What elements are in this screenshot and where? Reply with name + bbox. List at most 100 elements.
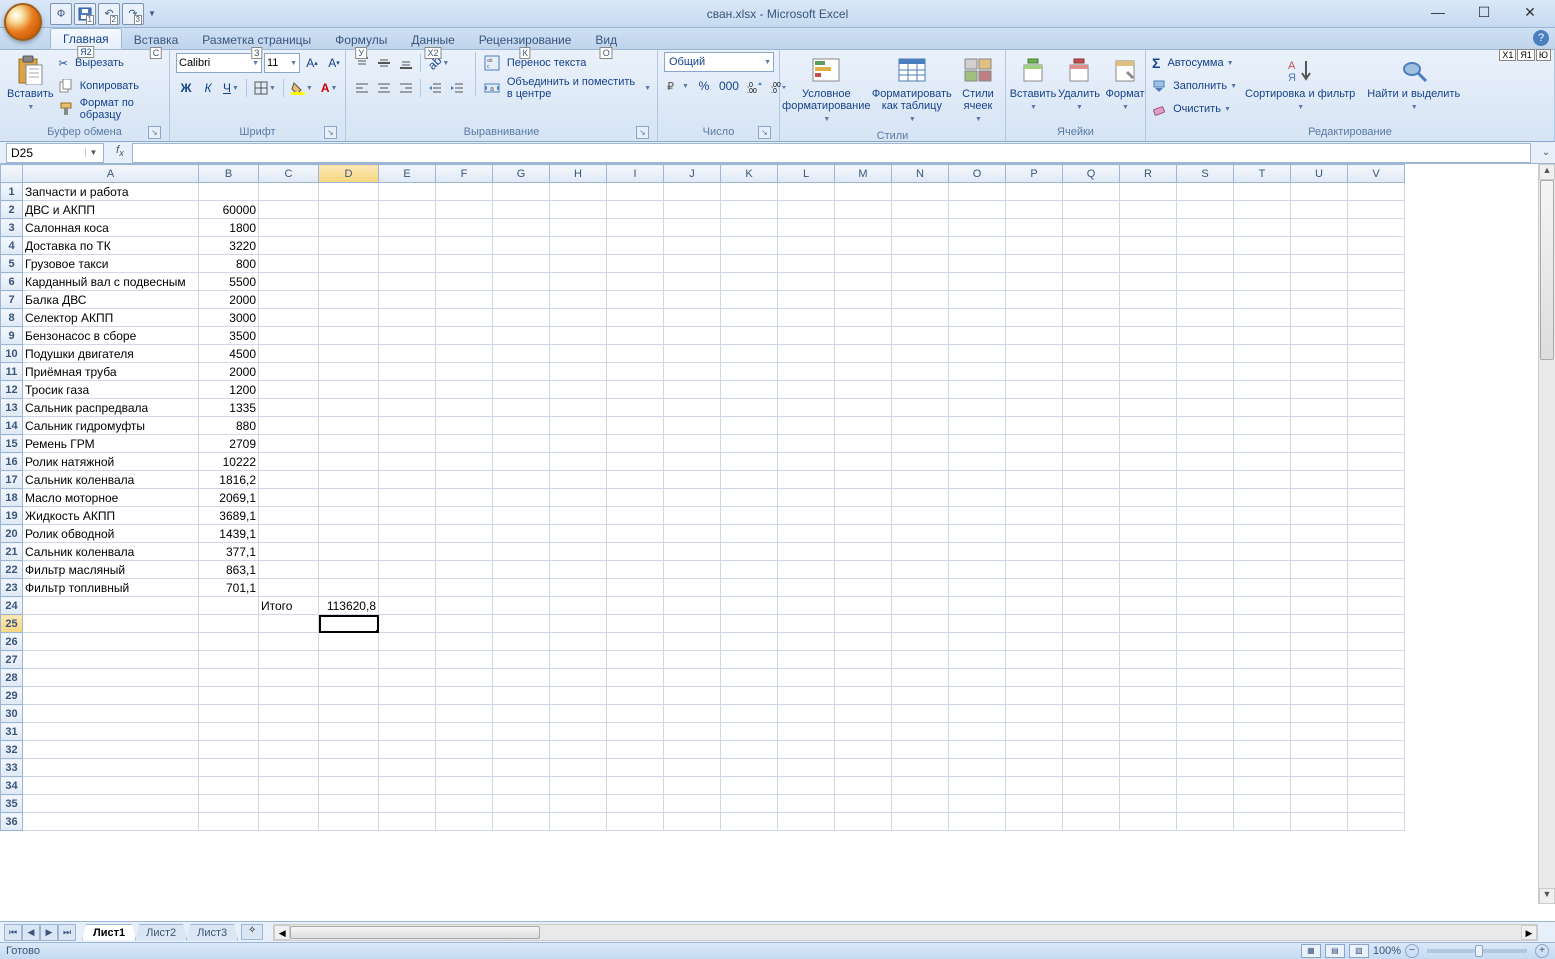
vertical-scrollbar[interactable]: ▲ ▼ xyxy=(1538,164,1555,904)
cell-G23[interactable] xyxy=(493,579,550,597)
qat-customize[interactable]: ▼ xyxy=(146,9,158,18)
cell-J25[interactable] xyxy=(664,615,721,633)
cell-U31[interactable] xyxy=(1291,723,1348,741)
cell-F15[interactable] xyxy=(436,435,493,453)
cell-E10[interactable] xyxy=(379,345,436,363)
cell-C33[interactable] xyxy=(259,759,319,777)
cell-P23[interactable] xyxy=(1006,579,1063,597)
cell-Q26[interactable] xyxy=(1063,633,1120,651)
cell-B4[interactable]: 3220 xyxy=(199,237,259,255)
cell-B25[interactable] xyxy=(199,615,259,633)
row-header-21[interactable]: 21 xyxy=(1,543,23,561)
cell-J5[interactable] xyxy=(664,255,721,273)
format-painter-button[interactable]: Формат по образцу xyxy=(59,98,163,120)
cell-F16[interactable] xyxy=(436,453,493,471)
cell-A10[interactable]: Подушки двигателя xyxy=(23,345,199,363)
cell-J27[interactable] xyxy=(664,651,721,669)
cell-B21[interactable]: 377,1 xyxy=(199,543,259,561)
cell-J6[interactable] xyxy=(664,273,721,291)
cell-L32[interactable] xyxy=(778,741,835,759)
cell-V34[interactable] xyxy=(1348,777,1405,795)
cell-M16[interactable] xyxy=(835,453,892,471)
cell-J13[interactable] xyxy=(664,399,721,417)
cell-I5[interactable] xyxy=(607,255,664,273)
cell-V28[interactable] xyxy=(1348,669,1405,687)
cell-H15[interactable] xyxy=(550,435,607,453)
cell-B18[interactable]: 2069,1 xyxy=(199,489,259,507)
cell-B13[interactable]: 1335 xyxy=(199,399,259,417)
cell-Q21[interactable] xyxy=(1063,543,1120,561)
cell-A23[interactable]: Фильтр топливный xyxy=(23,579,199,597)
cell-L1[interactable] xyxy=(778,183,835,201)
cell-P9[interactable] xyxy=(1006,327,1063,345)
cell-E33[interactable] xyxy=(379,759,436,777)
cell-S2[interactable] xyxy=(1177,201,1234,219)
cell-M23[interactable] xyxy=(835,579,892,597)
cell-U16[interactable] xyxy=(1291,453,1348,471)
cell-O33[interactable] xyxy=(949,759,1006,777)
cell-V23[interactable] xyxy=(1348,579,1405,597)
cell-S12[interactable] xyxy=(1177,381,1234,399)
cell-C27[interactable] xyxy=(259,651,319,669)
cell-S18[interactable] xyxy=(1177,489,1234,507)
insert-cells-button[interactable]: Вставить▼ xyxy=(1012,52,1054,116)
cell-T20[interactable] xyxy=(1234,525,1291,543)
align-bottom-button[interactable] xyxy=(396,53,416,73)
cell-K9[interactable] xyxy=(721,327,778,345)
cell-Q24[interactable] xyxy=(1063,597,1120,615)
cell-R32[interactable] xyxy=(1120,741,1177,759)
cell-S31[interactable] xyxy=(1177,723,1234,741)
hscroll-thumb[interactable] xyxy=(290,926,540,939)
cell-M3[interactable] xyxy=(835,219,892,237)
cell-N20[interactable] xyxy=(892,525,949,543)
cell-C29[interactable] xyxy=(259,687,319,705)
cell-F36[interactable] xyxy=(436,813,493,831)
cell-T14[interactable] xyxy=(1234,417,1291,435)
cell-E34[interactable] xyxy=(379,777,436,795)
cell-L22[interactable] xyxy=(778,561,835,579)
cell-N18[interactable] xyxy=(892,489,949,507)
cell-A19[interactable]: Жидкость АКПП xyxy=(23,507,199,525)
cell-D20[interactable] xyxy=(319,525,379,543)
cell-B1[interactable] xyxy=(199,183,259,201)
cell-P3[interactable] xyxy=(1006,219,1063,237)
row-header-2[interactable]: 2 xyxy=(1,201,23,219)
cell-U34[interactable] xyxy=(1291,777,1348,795)
cell-N2[interactable] xyxy=(892,201,949,219)
cell-D28[interactable] xyxy=(319,669,379,687)
cell-K23[interactable] xyxy=(721,579,778,597)
cell-U28[interactable] xyxy=(1291,669,1348,687)
cell-E14[interactable] xyxy=(379,417,436,435)
cell-E29[interactable] xyxy=(379,687,436,705)
cell-A18[interactable]: Масло моторное xyxy=(23,489,199,507)
cell-D10[interactable] xyxy=(319,345,379,363)
cell-I1[interactable] xyxy=(607,183,664,201)
cell-S16[interactable] xyxy=(1177,453,1234,471)
cell-O21[interactable] xyxy=(949,543,1006,561)
cell-A25[interactable] xyxy=(23,615,199,633)
align-center-button[interactable] xyxy=(374,78,394,98)
cell-Q29[interactable] xyxy=(1063,687,1120,705)
cell-G14[interactable] xyxy=(493,417,550,435)
cell-N9[interactable] xyxy=(892,327,949,345)
zoom-in-button[interactable]: + xyxy=(1535,944,1549,958)
cell-O12[interactable] xyxy=(949,381,1006,399)
cell-N33[interactable] xyxy=(892,759,949,777)
cell-Q34[interactable] xyxy=(1063,777,1120,795)
cell-L33[interactable] xyxy=(778,759,835,777)
cell-R16[interactable] xyxy=(1120,453,1177,471)
cell-P1[interactable] xyxy=(1006,183,1063,201)
cell-Q13[interactable] xyxy=(1063,399,1120,417)
cell-L9[interactable] xyxy=(778,327,835,345)
cell-N12[interactable] xyxy=(892,381,949,399)
cell-Q36[interactable] xyxy=(1063,813,1120,831)
row-header-15[interactable]: 15 xyxy=(1,435,23,453)
cell-H16[interactable] xyxy=(550,453,607,471)
cell-O14[interactable] xyxy=(949,417,1006,435)
cell-A17[interactable]: Сальник коленвала xyxy=(23,471,199,489)
cell-L36[interactable] xyxy=(778,813,835,831)
cell-N34[interactable] xyxy=(892,777,949,795)
cell-P10[interactable] xyxy=(1006,345,1063,363)
sheet-nav-last[interactable]: ⏭ xyxy=(58,924,76,941)
cell-C31[interactable] xyxy=(259,723,319,741)
